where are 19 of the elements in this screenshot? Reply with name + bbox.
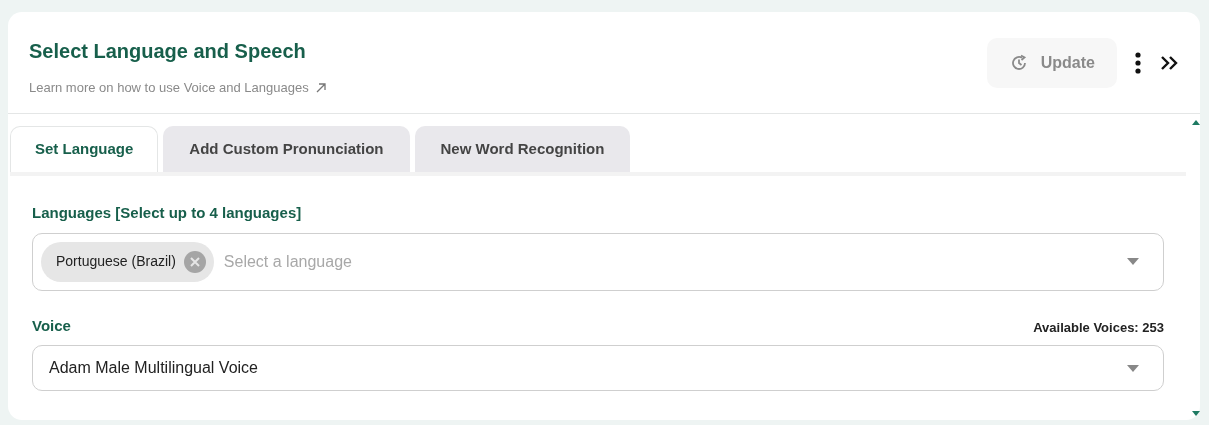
tab[interactable]: Set Language — [10, 126, 159, 172]
tab[interactable]: New Word Recognition — [414, 126, 631, 172]
tab[interactable]: Add Custom Pronunciation — [163, 126, 410, 172]
more-options-icon[interactable] — [1135, 52, 1141, 74]
field-label: Languages [Select up to 4 languages] — [32, 203, 303, 223]
chip-label: Portuguese (Brazil) — [56, 252, 176, 271]
scroll-up-icon[interactable] — [1192, 120, 1200, 125]
external-link-icon — [314, 81, 327, 94]
voice-select[interactable]: Adam Male Multilingual Voice — [32, 345, 1164, 391]
available-voices-count: Available Voices: 253 — [1033, 318, 1164, 337]
placeholder-text: Select a language — [223, 251, 353, 272]
field-label: Voice — [32, 315, 71, 336]
collapse-icon[interactable] — [1159, 55, 1179, 71]
help-link[interactable]: Learn more on how to use Voice and Languages — [29, 78, 327, 98]
panel-title: Select Language and Speech — [29, 39, 307, 64]
language-select[interactable]: Portuguese (Brazil) Select a language — [32, 232, 1164, 291]
scroll-down-icon[interactable] — [1192, 411, 1200, 416]
dropdown-arrow-icon — [1127, 258, 1139, 265]
dropdown-arrow-icon — [1127, 364, 1139, 372]
